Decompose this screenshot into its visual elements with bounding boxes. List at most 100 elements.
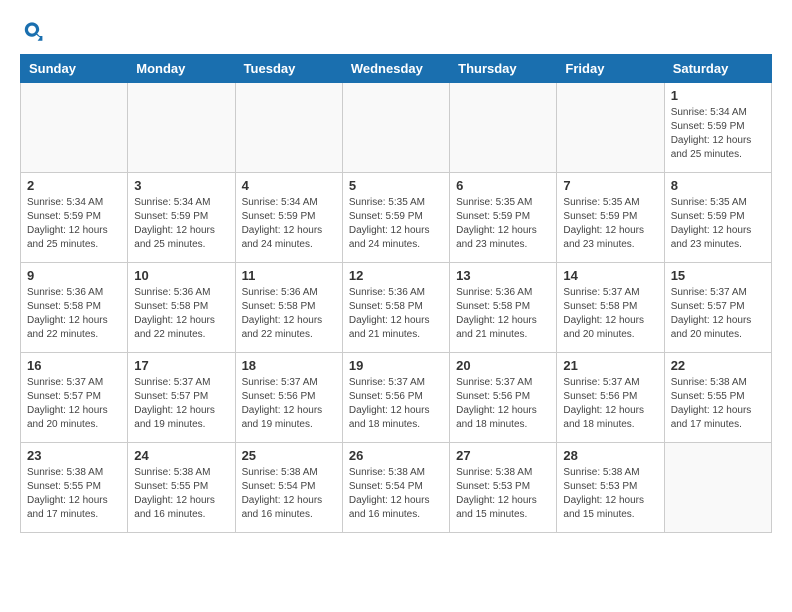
- day-number: 21: [563, 358, 657, 373]
- calendar-cell: 9 Sunrise: 5:36 AM Sunset: 5:58 PM Daylig…: [21, 263, 128, 353]
- calendar-cell: [21, 83, 128, 173]
- day-info: Sunrise: 5:36 AM Sunset: 5:58 PM Dayligh…: [456, 286, 550, 342]
- calendar-week-1: 1 Sunrise: 5:34 AM Sunset: 5:59 PM Daylig…: [21, 83, 772, 173]
- day-info: Sunrise: 5:38 AM Sunset: 5:55 PM Dayligh…: [671, 376, 765, 432]
- day-number: 14: [563, 268, 657, 283]
- calendar-cell: 27 Sunrise: 5:38 AM Sunset: 5:53 PM Dayli…: [450, 443, 557, 533]
- calendar-cell: 10 Sunrise: 5:36 AM Sunset: 5:58 PM Dayli…: [128, 263, 235, 353]
- calendar-cell: 23 Sunrise: 5:38 AM Sunset: 5:55 PM Dayli…: [21, 443, 128, 533]
- calendar-cell: 1 Sunrise: 5:34 AM Sunset: 5:59 PM Daylig…: [664, 83, 771, 173]
- day-info: Sunrise: 5:37 AM Sunset: 5:57 PM Dayligh…: [27, 376, 121, 432]
- day-number: 23: [27, 448, 121, 463]
- calendar-cell: 15 Sunrise: 5:37 AM Sunset: 5:57 PM Dayli…: [664, 263, 771, 353]
- day-info: Sunrise: 5:37 AM Sunset: 5:56 PM Dayligh…: [349, 376, 443, 432]
- day-info: Sunrise: 5:37 AM Sunset: 5:57 PM Dayligh…: [671, 286, 765, 342]
- day-info: Sunrise: 5:36 AM Sunset: 5:58 PM Dayligh…: [134, 286, 228, 342]
- day-number: 7: [563, 178, 657, 193]
- calendar-cell: 6 Sunrise: 5:35 AM Sunset: 5:59 PM Daylig…: [450, 173, 557, 263]
- calendar-cell: 28 Sunrise: 5:38 AM Sunset: 5:53 PM Dayli…: [557, 443, 664, 533]
- day-number: 11: [242, 268, 336, 283]
- day-info: Sunrise: 5:35 AM Sunset: 5:59 PM Dayligh…: [563, 196, 657, 252]
- calendar-cell: 3 Sunrise: 5:34 AM Sunset: 5:59 PM Daylig…: [128, 173, 235, 263]
- day-info: Sunrise: 5:37 AM Sunset: 5:57 PM Dayligh…: [134, 376, 228, 432]
- day-number: 6: [456, 178, 550, 193]
- weekday-monday: Monday: [128, 55, 235, 83]
- calendar-table: SundayMondayTuesdayWednesdayThursdayFrid…: [20, 54, 772, 533]
- day-info: Sunrise: 5:35 AM Sunset: 5:59 PM Dayligh…: [456, 196, 550, 252]
- weekday-header-row: SundayMondayTuesdayWednesdayThursdayFrid…: [21, 55, 772, 83]
- calendar-cell: 24 Sunrise: 5:38 AM Sunset: 5:55 PM Dayli…: [128, 443, 235, 533]
- day-info: Sunrise: 5:36 AM Sunset: 5:58 PM Dayligh…: [27, 286, 121, 342]
- calendar-cell: 20 Sunrise: 5:37 AM Sunset: 5:56 PM Dayli…: [450, 353, 557, 443]
- calendar-cell: [342, 83, 449, 173]
- day-info: Sunrise: 5:34 AM Sunset: 5:59 PM Dayligh…: [242, 196, 336, 252]
- weekday-saturday: Saturday: [664, 55, 771, 83]
- day-number: 5: [349, 178, 443, 193]
- weekday-tuesday: Tuesday: [235, 55, 342, 83]
- day-info: Sunrise: 5:38 AM Sunset: 5:54 PM Dayligh…: [242, 466, 336, 522]
- day-number: 18: [242, 358, 336, 373]
- calendar-cell: 4 Sunrise: 5:34 AM Sunset: 5:59 PM Daylig…: [235, 173, 342, 263]
- day-number: 10: [134, 268, 228, 283]
- day-info: Sunrise: 5:36 AM Sunset: 5:58 PM Dayligh…: [242, 286, 336, 342]
- calendar-cell: 17 Sunrise: 5:37 AM Sunset: 5:57 PM Dayli…: [128, 353, 235, 443]
- day-info: Sunrise: 5:35 AM Sunset: 5:59 PM Dayligh…: [349, 196, 443, 252]
- calendar-cell: [128, 83, 235, 173]
- day-info: Sunrise: 5:34 AM Sunset: 5:59 PM Dayligh…: [671, 106, 765, 162]
- day-info: Sunrise: 5:38 AM Sunset: 5:55 PM Dayligh…: [27, 466, 121, 522]
- day-number: 9: [27, 268, 121, 283]
- day-number: 15: [671, 268, 765, 283]
- day-number: 4: [242, 178, 336, 193]
- calendar-week-3: 9 Sunrise: 5:36 AM Sunset: 5:58 PM Daylig…: [21, 263, 772, 353]
- day-info: Sunrise: 5:37 AM Sunset: 5:56 PM Dayligh…: [563, 376, 657, 432]
- day-info: Sunrise: 5:35 AM Sunset: 5:59 PM Dayligh…: [671, 196, 765, 252]
- calendar-cell: 12Sunrise: 5:36 AM Sunset: 5:58 PM Dayli…: [342, 263, 449, 353]
- calendar-cell: 19 Sunrise: 5:37 AM Sunset: 5:56 PM Dayli…: [342, 353, 449, 443]
- day-number: 27: [456, 448, 550, 463]
- day-number: 24: [134, 448, 228, 463]
- calendar-cell: [450, 83, 557, 173]
- calendar-cell: 13 Sunrise: 5:36 AM Sunset: 5:58 PM Dayli…: [450, 263, 557, 353]
- day-number: 8: [671, 178, 765, 193]
- day-info: Sunrise: 5:34 AM Sunset: 5:59 PM Dayligh…: [134, 196, 228, 252]
- day-info: Sunrise: 5:38 AM Sunset: 5:53 PM Dayligh…: [456, 466, 550, 522]
- calendar-cell: 18 Sunrise: 5:37 AM Sunset: 5:56 PM Dayli…: [235, 353, 342, 443]
- day-number: 16: [27, 358, 121, 373]
- day-number: 13: [456, 268, 550, 283]
- day-info: Sunrise: 5:37 AM Sunset: 5:58 PM Dayligh…: [563, 286, 657, 342]
- day-number: 28: [563, 448, 657, 463]
- weekday-sunday: Sunday: [21, 55, 128, 83]
- calendar-cell: 26 Sunrise: 5:38 AM Sunset: 5:54 PM Dayli…: [342, 443, 449, 533]
- calendar-cell: [235, 83, 342, 173]
- day-number: 22: [671, 358, 765, 373]
- day-info: Sunrise: 5:37 AM Sunset: 5:56 PM Dayligh…: [242, 376, 336, 432]
- calendar-cell: 5 Sunrise: 5:35 AM Sunset: 5:59 PM Daylig…: [342, 173, 449, 263]
- day-info: Sunrise: 5:37 AM Sunset: 5:56 PM Dayligh…: [456, 376, 550, 432]
- calendar-cell: 8 Sunrise: 5:35 AM Sunset: 5:59 PM Daylig…: [664, 173, 771, 263]
- day-number: 1: [671, 88, 765, 103]
- calendar-cell: 22 Sunrise: 5:38 AM Sunset: 5:55 PM Dayli…: [664, 353, 771, 443]
- calendar-body: 1 Sunrise: 5:34 AM Sunset: 5:59 PM Daylig…: [21, 83, 772, 533]
- day-number: 20: [456, 358, 550, 373]
- page-header: [20, 20, 772, 44]
- calendar-cell: [557, 83, 664, 173]
- calendar-cell: [664, 443, 771, 533]
- weekday-wednesday: Wednesday: [342, 55, 449, 83]
- calendar-cell: 21 Sunrise: 5:37 AM Sunset: 5:56 PM Dayli…: [557, 353, 664, 443]
- day-number: 3: [134, 178, 228, 193]
- calendar-week-2: 2 Sunrise: 5:34 AM Sunset: 5:59 PM Daylig…: [21, 173, 772, 263]
- calendar-cell: 25 Sunrise: 5:38 AM Sunset: 5:54 PM Dayli…: [235, 443, 342, 533]
- day-number: 25: [242, 448, 336, 463]
- weekday-friday: Friday: [557, 55, 664, 83]
- day-number: 17: [134, 358, 228, 373]
- day-number: 26: [349, 448, 443, 463]
- logo-icon: [20, 20, 44, 44]
- day-number: 2: [27, 178, 121, 193]
- calendar-cell: 2Sunrise: 5:34 AM Sunset: 5:59 PM Daylig…: [21, 173, 128, 263]
- day-info: Sunrise: 5:38 AM Sunset: 5:54 PM Dayligh…: [349, 466, 443, 522]
- calendar-week-5: 23 Sunrise: 5:38 AM Sunset: 5:55 PM Dayli…: [21, 443, 772, 533]
- day-info: Sunrise: 5:38 AM Sunset: 5:55 PM Dayligh…: [134, 466, 228, 522]
- day-info: Sunrise: 5:38 AM Sunset: 5:53 PM Dayligh…: [563, 466, 657, 522]
- calendar-week-4: 16 Sunrise: 5:37 AM Sunset: 5:57 PM Dayli…: [21, 353, 772, 443]
- day-number: 19: [349, 358, 443, 373]
